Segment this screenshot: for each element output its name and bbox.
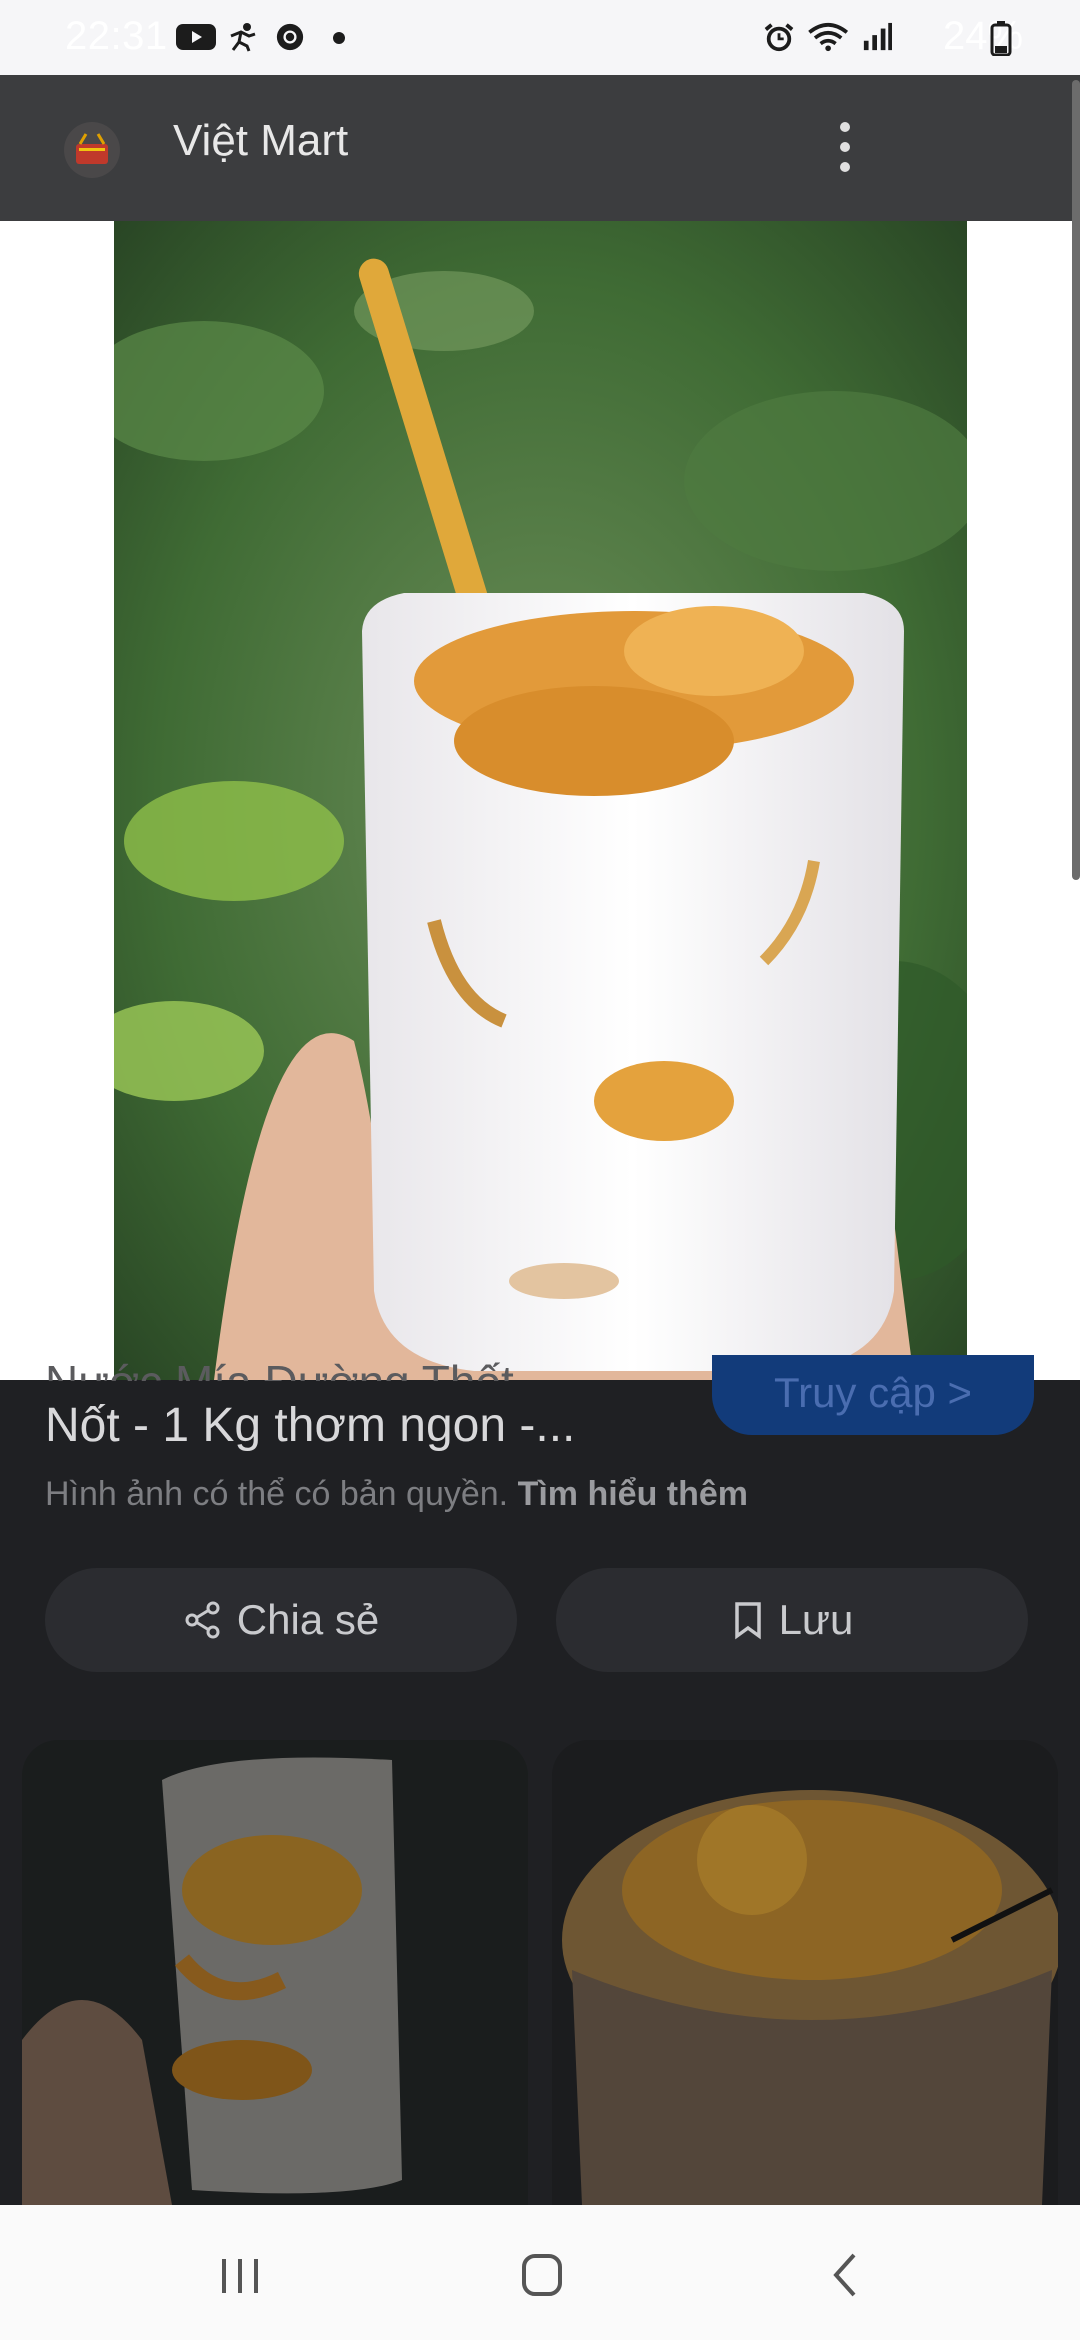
home-icon[interactable] — [502, 2245, 582, 2305]
app-bar — [0, 75, 1080, 221]
share-button[interactable]: Chia sẻ — [45, 1568, 517, 1672]
save-button[interactable]: Lưu — [556, 1568, 1028, 1672]
product-title-line-1: Nước Mía Đường Thốt — [45, 1355, 685, 1381]
wifi-icon — [808, 22, 849, 52]
copyright-note: Hình ảnh có thể có bản quyền. Tìm hiểu t… — [45, 1475, 748, 1514]
app-title[interactable]: Việt Mart — [173, 116, 348, 166]
product-photo[interactable] — [114, 221, 967, 1380]
copyright-text: Hình ảnh có thể có bản quyền. — [45, 1475, 509, 1513]
dot-icon — [333, 32, 345, 44]
visit-button[interactable]: Truy cập > — [712, 1355, 1034, 1435]
alarm-icon — [764, 23, 794, 52]
more-vert-icon[interactable] — [820, 112, 870, 182]
shopping-basket-logo-icon[interactable] — [52, 120, 132, 180]
youtube-icon — [176, 24, 216, 50]
recent-apps-icon[interactable] — [200, 2245, 280, 2305]
chrome-icon — [276, 23, 304, 51]
menu-dot — [840, 122, 850, 132]
learn-more-link[interactable]: Tìm hiểu thêm — [518, 1475, 748, 1513]
status-time: 22:31 — [65, 14, 168, 58]
scrollbar[interactable] — [1072, 80, 1080, 880]
product-title[interactable]: Nốt - 1 Kg thơm ngon -... — [45, 1398, 575, 1453]
menu-dot — [840, 142, 850, 152]
battery-icon — [990, 21, 1012, 56]
related-image-2[interactable] — [552, 1740, 1058, 2205]
menu-dot — [840, 162, 850, 172]
fitness-icon — [230, 23, 256, 52]
save-label: Lưu — [778, 1596, 854, 1643]
back-icon[interactable] — [806, 2245, 886, 2305]
share-icon — [185, 1601, 220, 1639]
bookmark-icon — [734, 1602, 761, 1640]
signal-icon — [863, 22, 892, 51]
related-image-1[interactable] — [22, 1740, 528, 2205]
share-label: Chia sẻ — [236, 1596, 380, 1643]
